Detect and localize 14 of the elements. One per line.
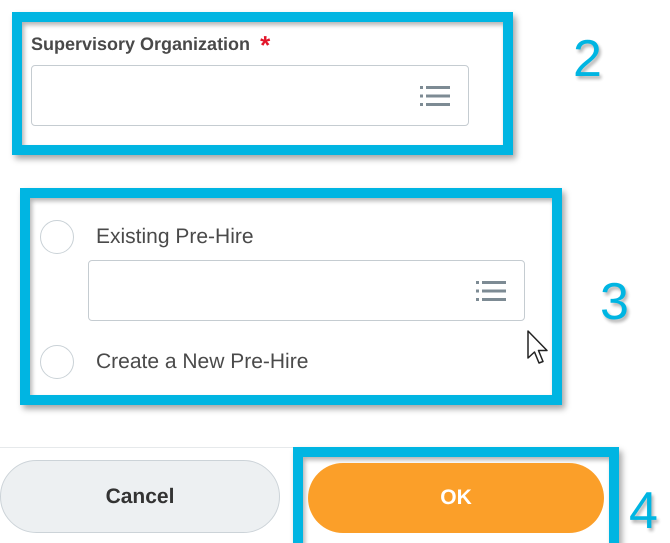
option-label: Create a New Pre-Hire	[96, 350, 308, 374]
step-number: 3	[600, 276, 629, 328]
radio-button[interactable]	[40, 345, 74, 379]
radio-button[interactable]	[40, 220, 74, 254]
prompt-field[interactable]	[31, 65, 469, 126]
list-icon[interactable]	[476, 280, 506, 302]
prompt-field[interactable]	[88, 260, 525, 321]
required-mark: *	[260, 36, 270, 54]
step-number: 2	[573, 32, 602, 84]
list-icon[interactable]	[420, 84, 450, 106]
step-number: 4	[629, 485, 658, 537]
cancel-button[interactable]: Cancel	[0, 460, 280, 533]
field-label: Supervisory Organization	[31, 34, 250, 55]
option-label: Existing Pre-Hire	[96, 225, 254, 249]
